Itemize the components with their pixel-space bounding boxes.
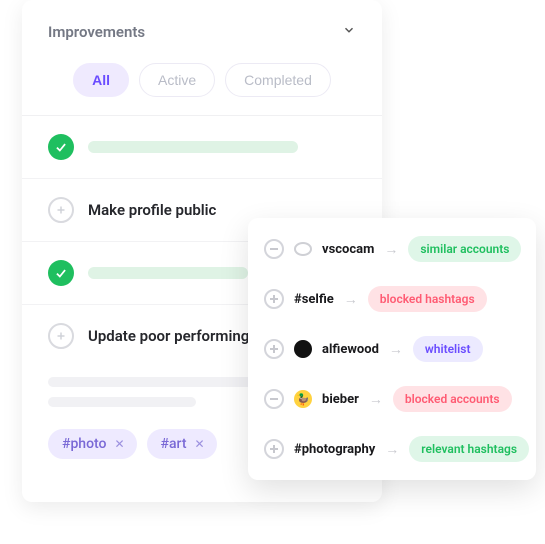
arrow-right-icon: → — [389, 341, 403, 358]
category-pill: blocked hashtags — [368, 286, 487, 312]
suggestion-row[interactable]: #photography → relevant hashtags — [248, 424, 536, 474]
arrow-right-icon: → — [384, 241, 398, 258]
avatar: 🦆 — [294, 390, 312, 408]
panel-header[interactable]: Improvements — [22, 0, 382, 51]
suggestion-label: #photography — [294, 442, 375, 457]
minus-icon[interactable] — [264, 389, 284, 409]
placeholder-line — [48, 397, 196, 407]
close-icon[interactable]: ✕ — [195, 437, 205, 451]
plus-icon[interactable] — [264, 289, 284, 309]
minus-icon[interactable] — [264, 239, 284, 259]
redacted-text — [88, 141, 298, 153]
arrow-right-icon: → — [385, 441, 399, 458]
hashtag-chip[interactable]: #photo ✕ — [48, 429, 137, 459]
close-icon[interactable]: ✕ — [114, 437, 124, 451]
chip-label: #photo — [62, 436, 106, 452]
suggestion-row[interactable]: alfiewood → whitelist — [248, 324, 536, 374]
plus-icon[interactable] — [48, 197, 74, 223]
category-pill: similar accounts — [408, 236, 521, 262]
tab-completed[interactable]: Completed — [225, 63, 331, 97]
avatar — [294, 242, 312, 256]
suggestions-card: vscocam → similar accounts #selfie → blo… — [248, 218, 536, 480]
tab-active[interactable]: Active — [139, 63, 215, 97]
filter-tabs: All Active Completed — [22, 51, 382, 116]
arrow-right-icon: → — [369, 391, 383, 408]
hashtag-chip[interactable]: #art ✕ — [147, 429, 217, 459]
tab-all[interactable]: All — [73, 63, 129, 97]
category-pill: whitelist — [413, 336, 483, 362]
redacted-text — [88, 267, 248, 279]
suggestion-label: #selfie — [294, 292, 334, 307]
avatar — [294, 340, 312, 358]
check-icon — [48, 260, 74, 286]
suggestion-row[interactable]: 🦆 bieber → blocked accounts — [248, 374, 536, 424]
item-label: Make profile public — [88, 201, 216, 219]
panel-title: Improvements — [48, 23, 145, 41]
category-pill: blocked accounts — [393, 386, 512, 412]
suggestion-row[interactable]: vscocam → similar accounts — [248, 224, 536, 274]
suggestion-label: bieber — [322, 392, 359, 407]
suggestion-label: vscocam — [322, 242, 374, 257]
suggestion-row[interactable]: #selfie → blocked hashtags — [248, 274, 536, 324]
suggestion-label: alfiewood — [322, 342, 379, 357]
arrow-right-icon: → — [344, 291, 358, 308]
list-item[interactable] — [22, 116, 382, 179]
chevron-down-icon[interactable] — [342, 22, 356, 41]
check-icon — [48, 134, 74, 160]
chip-label: #art — [161, 436, 187, 452]
plus-icon[interactable] — [48, 323, 74, 349]
plus-icon[interactable] — [264, 339, 284, 359]
category-pill: relevant hashtags — [409, 436, 529, 462]
placeholder-line — [48, 377, 276, 387]
plus-icon[interactable] — [264, 439, 284, 459]
